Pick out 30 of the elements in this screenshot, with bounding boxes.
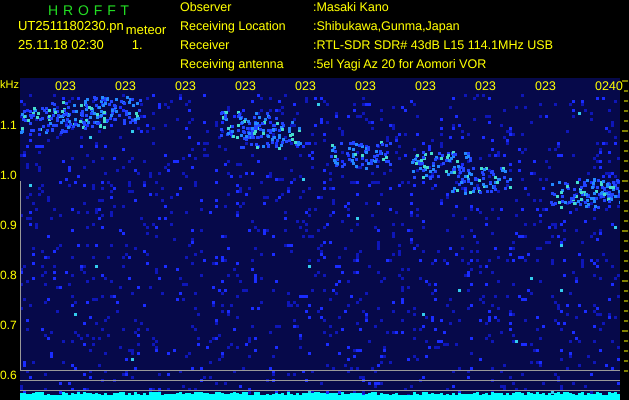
- unit-label: kHz: [0, 79, 20, 93]
- info-label: Receiving Location: [180, 21, 287, 35]
- axis-label: 0.7: [0, 317, 18, 334]
- info-label: Receiver: [180, 40, 230, 54]
- info-value: :RTL-SDR SDR# 43dB L15 114.1MHz USB: [313, 40, 553, 54]
- file-name: UT2511180230.pn: [18, 18, 124, 33]
- time-label: 023: [475, 79, 497, 93]
- info-value: :Masaki Kano: [313, 2, 390, 16]
- time-label: 0240: [595, 79, 620, 93]
- time-label: 023: [115, 79, 137, 93]
- mode-label: meteor: [126, 22, 166, 37]
- info-value: :5el Yagi Az 20 for Aomori VOR: [313, 59, 488, 73]
- time-label: 023: [295, 79, 317, 93]
- app-title: H R O F F T: [47, 2, 130, 18]
- axis-label: 1.1: [0, 117, 18, 134]
- time-label: 023: [415, 79, 437, 93]
- time-label: 023: [535, 79, 557, 93]
- time-label: 023: [235, 79, 257, 93]
- axis-label: 1.0: [0, 167, 18, 184]
- timestamp: 25.11.18 02:30: [18, 37, 104, 52]
- info-label: Observer: [180, 2, 232, 16]
- time-label: 023: [355, 79, 377, 93]
- count-value: 1.: [132, 37, 143, 52]
- axis-label: 0.8: [0, 267, 18, 284]
- axis-label: 0.6: [0, 367, 18, 384]
- axis-label: 0.9: [0, 217, 18, 234]
- info-value: :Shibukawa,Gunma,Japan: [313, 21, 461, 35]
- info-label: Receiving antenna: [180, 59, 285, 73]
- time-label: 023: [55, 79, 77, 93]
- time-label: 023: [175, 79, 197, 93]
